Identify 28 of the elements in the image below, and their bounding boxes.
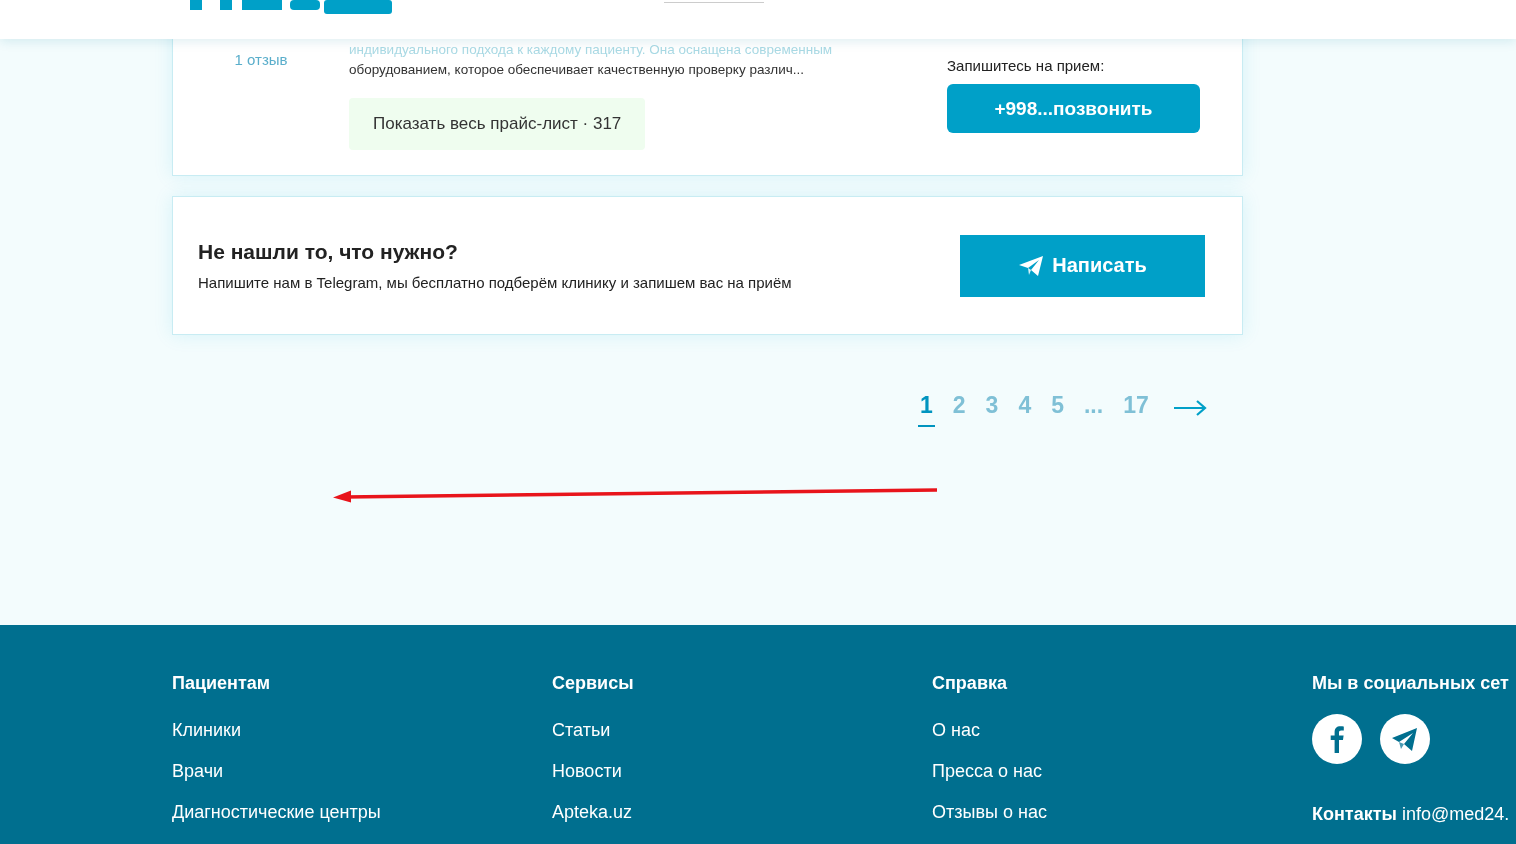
contacts-text: Контакты info@med24.: [1312, 804, 1510, 825]
footer-heading: Справка: [932, 673, 1007, 694]
footer-link[interactable]: Статьи: [552, 720, 611, 741]
footer-link[interactable]: Диагностические центры: [172, 802, 381, 823]
booking-label: Запишитесь на прием:: [947, 57, 1106, 74]
price-list-button[interactable]: Показать весь прайс-лист · 317: [349, 98, 646, 150]
footer-link[interactable]: Apteka.uz: [552, 802, 633, 823]
call-button[interactable]: +998...позвонить: [947, 84, 1200, 133]
footer-link[interactable]: Клиники: [172, 720, 241, 741]
footer-link[interactable]: О нас: [932, 720, 980, 741]
footer-link[interactable]: Отзывы о нас: [932, 802, 1047, 823]
facebook-icon[interactable]: [1312, 714, 1362, 764]
footer-heading: Пациентам: [172, 673, 271, 694]
footer-link[interactable]: Врачи: [172, 761, 224, 782]
footer-heading: Мы в социальных сет: [1312, 673, 1509, 694]
description-line: индивидуального подхода к каждому пациенту. Она оснащена современным: [349, 41, 834, 59]
description-line: оборудованием, которое обеспечивает качественную проверку различ...: [349, 61, 805, 79]
help-title: Не нашли то, что нужно?: [198, 240, 459, 264]
write-button[interactable]: Написать: [960, 234, 1205, 297]
next-arrow-icon[interactable]: [1172, 399, 1207, 416]
footer-link[interactable]: Новости: [552, 761, 622, 782]
telegram-icon[interactable]: [1380, 714, 1430, 764]
logo-icon[interactable]: [190, 0, 392, 14]
footer-heading: Сервисы: [552, 673, 634, 694]
footer-link[interactable]: Пресса о нас: [932, 761, 1042, 782]
paper-plane-icon: [1018, 254, 1045, 277]
page-link[interactable]: 1: [918, 392, 935, 427]
help-description: Напишите нам в Telegram, мы бесплатно подберём клинику и запишем вас на приём: [198, 274, 792, 291]
